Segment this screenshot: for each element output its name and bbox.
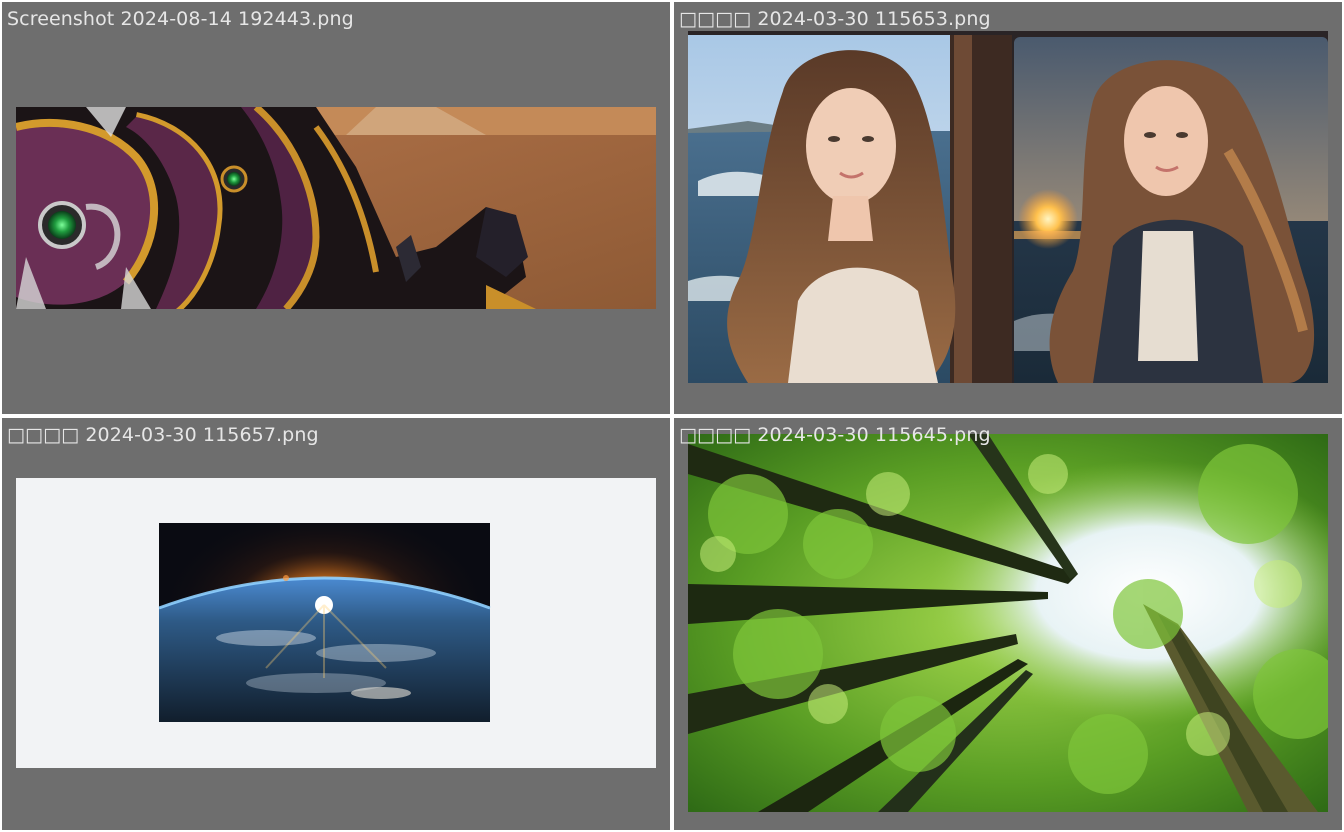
two-women-seaside-image bbox=[688, 31, 1328, 383]
game-character-armor-image bbox=[16, 107, 656, 309]
earth-sunrise-image bbox=[158, 523, 491, 722]
image-thumbnail[interactable] bbox=[16, 478, 656, 768]
image-thumbnail[interactable] bbox=[16, 107, 656, 309]
gallery-item-1[interactable]: Screenshot 2024-08-14 192443.png bbox=[2, 2, 670, 414]
gallery-item-3[interactable]: □□□□ 2024-03-30 115657.png bbox=[2, 418, 670, 830]
image-grid: Screenshot 2024-08-14 192443.png □□□□ 20… bbox=[0, 0, 1344, 832]
forest-canopy-image bbox=[688, 434, 1328, 812]
filename-label: □□□□ 2024-03-30 115653.png bbox=[679, 8, 991, 30]
filename-label: Screenshot 2024-08-14 192443.png bbox=[7, 8, 354, 30]
gallery-item-4[interactable]: □□□□ 2024-03-30 115645.png bbox=[674, 418, 1342, 830]
image-thumbnail[interactable] bbox=[688, 31, 1328, 383]
filename-label: □□□□ 2024-03-30 115645.png bbox=[679, 424, 991, 446]
gallery-item-2[interactable]: □□□□ 2024-03-30 115653.png bbox=[674, 2, 1342, 414]
filename-label: □□□□ 2024-03-30 115657.png bbox=[7, 424, 319, 446]
image-thumbnail[interactable] bbox=[688, 434, 1328, 812]
